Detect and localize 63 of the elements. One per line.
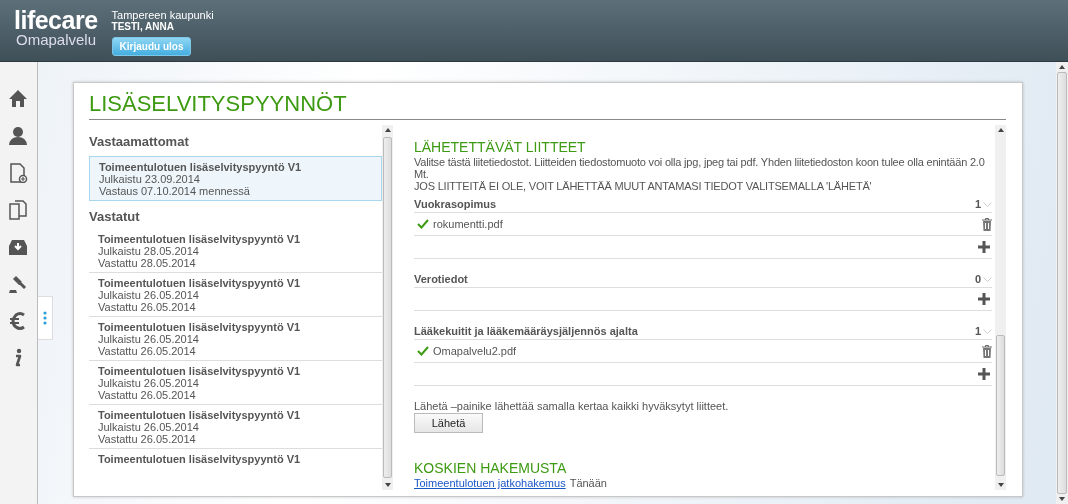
file-name: rokumentti.pdf bbox=[433, 218, 504, 230]
send-note: Lähetä –painike lähettää samalla kertaa kaikki hyväksytyt liitteet. bbox=[414, 400, 730, 412]
request-title: Toimeentulotuen lisäselvityspyyntö V1 bbox=[98, 321, 302, 333]
scroll-down-icon[interactable] bbox=[997, 483, 1004, 487]
scroll-down-icon[interactable] bbox=[1059, 497, 1065, 501]
document-add-icon[interactable] bbox=[7, 162, 28, 183]
logo-subtitle: Omapalvelu bbox=[16, 32, 98, 48]
instructions-text: Valitse tästä liitetiedostot. Liitteiden tiedostomuoto voi olla jpg, jpeg tai pdf. Yhden liitetiedoston koon tulee olla enintään 2.0 Mt. bbox=[414, 156, 986, 180]
plus-icon[interactable] bbox=[978, 368, 990, 380]
dots-icon bbox=[43, 311, 47, 325]
request-date: Vastattu 28.05.2014 bbox=[98, 257, 197, 269]
scrollbar[interactable] bbox=[382, 125, 393, 490]
request-title: Toimeentulotuen lisäselvityspyyntö V1 bbox=[98, 233, 302, 245]
request-title: Toimeentulotuen lisäselvityspyyntö V1 bbox=[98, 365, 302, 377]
attachment-count: 0 bbox=[974, 273, 981, 286]
scroll-down-icon[interactable] bbox=[384, 483, 391, 487]
plus-icon[interactable] bbox=[978, 293, 990, 305]
user-name: TESTI, ANNA bbox=[111, 21, 174, 32]
documents-icon[interactable] bbox=[7, 199, 28, 220]
request-date: Vastattu 26.05.2014 bbox=[98, 345, 197, 357]
scrollbar[interactable] bbox=[1056, 62, 1068, 504]
person-icon[interactable] bbox=[7, 125, 28, 146]
request-date: Vastaus 07.10.2014 mennessä bbox=[99, 185, 251, 197]
request-date: Vastattu 26.05.2014 bbox=[98, 301, 197, 313]
request-date: Julkaistu 28.05.2014 bbox=[98, 245, 200, 257]
notice-text: JOS LIITTEITÄ EI OLE, VOIT LÄHETTÄÄ MUUT ANTAMASI TIEDOT VALITSEMALLA 'LÄHETÄ' bbox=[414, 180, 873, 192]
home-icon[interactable] bbox=[7, 88, 28, 109]
attachment-count: 1 bbox=[974, 198, 981, 211]
request-date: Julkaistu 26.05.2014 bbox=[98, 421, 200, 433]
application-link[interactable]: Toimeentulotuen jatkohakemus bbox=[414, 477, 566, 489]
scrollbar[interactable] bbox=[995, 125, 1006, 490]
request-date: Julkaistu 26.05.2014 bbox=[98, 333, 200, 345]
section-heading: Vastatut bbox=[89, 209, 141, 225]
request-title: Toimeentulotuen lisäselvityspyyntö V1 bbox=[99, 161, 303, 173]
date-text: Tänään bbox=[569, 477, 607, 489]
page-title: LISÄSELVITYSPYYNNÖT bbox=[89, 91, 1006, 120]
request-title: Toimeentulotuen lisäselvityspyyntö V1 bbox=[98, 277, 302, 289]
request-title: Toimeentulotuen lisäselvityspyyntö V1 bbox=[98, 453, 302, 465]
attachment-count: 1 bbox=[974, 325, 981, 338]
request-date: Julkaistu 23.09.2014 bbox=[99, 173, 201, 185]
organization-name: Tampereen kaupunki bbox=[111, 9, 214, 21]
logo-text: lifecare bbox=[14, 8, 98, 32]
request-date: Vastattu 26.05.2014 bbox=[98, 433, 197, 445]
scroll-up-icon[interactable] bbox=[997, 128, 1004, 132]
trash-icon[interactable] bbox=[982, 344, 992, 358]
attachment-category: Vuokrasopimus bbox=[414, 198, 497, 211]
gavel-icon[interactable] bbox=[7, 273, 28, 294]
attachment-category: Verotiedot bbox=[414, 273, 468, 286]
trash-icon[interactable] bbox=[982, 217, 992, 231]
section-heading: LÄHETETTÄVÄT LIITTEET bbox=[414, 139, 587, 156]
request-title: Toimeentulotuen lisäselvityspyyntö V1 bbox=[98, 409, 302, 421]
request-item[interactable]: Toimeentulotuen lisäselvityspyyntö V1 Julkaistu 23.09.2014 Vastaus 07.10.2014 mennessä bbox=[89, 156, 382, 201]
attachment-category: Lääkekuitit ja lääkemääräysjäljennös ajalta bbox=[414, 325, 638, 338]
file-name: Omapalvelu2.pdf bbox=[433, 345, 518, 357]
request-date: Julkaistu 26.05.2014 bbox=[98, 377, 200, 389]
plus-icon[interactable] bbox=[978, 241, 990, 253]
scroll-up-icon[interactable] bbox=[1059, 65, 1065, 69]
section-heading: Vastaamattomat bbox=[89, 134, 190, 150]
send-button[interactable]: Lähetä bbox=[414, 413, 483, 433]
request-date: Vastattu 26.05.2014 bbox=[98, 389, 197, 401]
scroll-up-icon[interactable] bbox=[384, 128, 391, 132]
section-heading: KOSKIEN HAKEMUSTA bbox=[414, 460, 568, 477]
request-date: Julkaistu 26.05.2014 bbox=[98, 289, 200, 301]
